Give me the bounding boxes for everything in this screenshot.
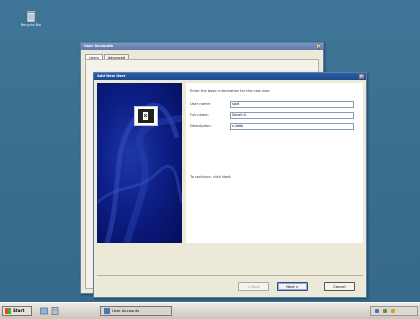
user-wizard-icon — [134, 106, 158, 126]
security-icon[interactable] — [391, 309, 395, 313]
add-new-user-dialog: Add New User × Enter the basic informati… — [93, 72, 367, 298]
taskbar: Start User Accounts — [0, 302, 420, 319]
network-icon[interactable] — [375, 309, 379, 313]
fullname-input[interactable] — [230, 111, 354, 119]
cancel-button[interactable]: Cancel — [324, 282, 355, 291]
wizard-banner — [97, 83, 182, 243]
username-row: User name: — [190, 100, 354, 108]
system-tray — [370, 306, 418, 316]
intro-text: Enter the basic information for the new … — [190, 89, 271, 93]
user-accounts-icon — [104, 308, 110, 314]
show-desktop-icon[interactable] — [40, 307, 48, 315]
close-icon[interactable]: × — [359, 74, 364, 80]
form-area: Enter the basic information for the new … — [186, 83, 363, 243]
next-button[interactable]: Next > — [277, 282, 308, 291]
start-label: Start — [13, 308, 25, 313]
recycle-bin-icon — [26, 10, 36, 22]
windows-flag-icon — [5, 308, 11, 314]
user-accounts-titlebar[interactable]: User Accounts × — [81, 43, 323, 50]
continue-hint: To continue, click Next. — [190, 175, 232, 179]
start-button[interactable]: Start — [2, 306, 32, 316]
description-label: Description: — [190, 124, 212, 128]
recycle-bin-label: Recycle Bin — [20, 23, 42, 27]
recycle-bin[interactable]: Recycle Bin — [18, 10, 44, 27]
fullname-row: Full name: — [190, 111, 354, 119]
add-new-user-titlebar[interactable]: Add New User × — [94, 73, 366, 80]
fullname-label: Full name: — [190, 113, 209, 117]
button-separator — [97, 275, 363, 276]
description-input[interactable] — [230, 122, 354, 130]
user-accounts-title: User Accounts — [84, 44, 114, 48]
username-input[interactable] — [230, 100, 354, 108]
server-manager-icon[interactable] — [51, 307, 59, 315]
description-row: Description: — [190, 122, 354, 130]
volume-icon[interactable] — [383, 309, 387, 313]
back-button[interactable]: < Back — [238, 282, 269, 291]
close-icon[interactable]: × — [316, 44, 321, 50]
taskbar-user-accounts[interactable]: User Accounts — [100, 306, 172, 316]
username-label: User name: — [190, 102, 211, 106]
add-new-user-title: Add New User — [97, 74, 126, 78]
task-label: User Accounts — [112, 308, 140, 313]
